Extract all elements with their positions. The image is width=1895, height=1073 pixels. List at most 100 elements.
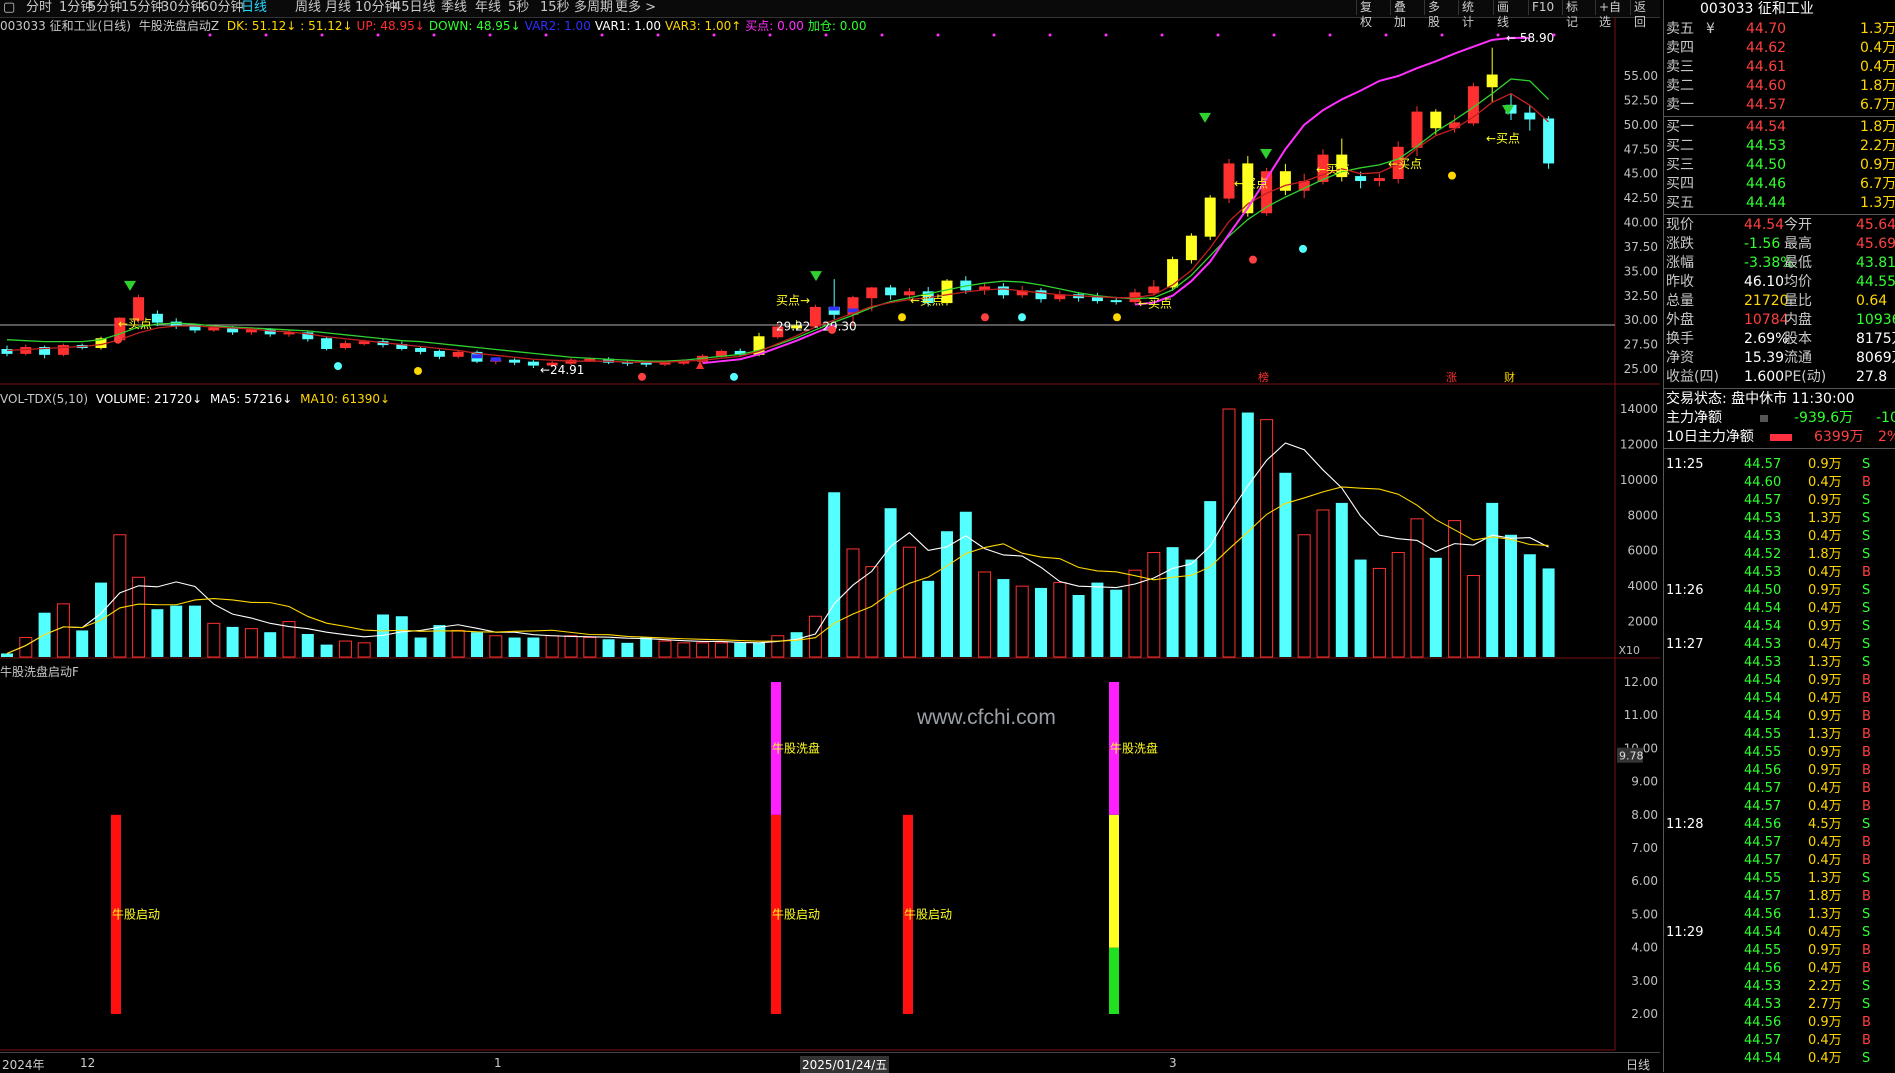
- volume-tick: 12000: [1620, 437, 1658, 451]
- period-tab[interactable]: 年线: [475, 0, 501, 16]
- period-tab[interactable]: 5秒: [508, 0, 529, 16]
- chart-area[interactable]: 55.00 52.50 50.00 47.50 45.00 42.50 40.00 37.50…: [0, 17, 1660, 1052]
- tick-volume: 1.8万: [1808, 547, 1842, 562]
- tick-volume: 0.9万: [1808, 493, 1842, 508]
- trade-status-text: 交易状态: 盘中休市 11:30:00: [1666, 391, 1855, 407]
- stat-value: 2.69%: [1744, 331, 1789, 347]
- tick-time: 11:25: [1666, 457, 1704, 472]
- volume-bar: [677, 642, 691, 658]
- butterfly-icon: [1299, 244, 1307, 253]
- period-tab[interactable]: 季线: [441, 0, 467, 16]
- tick-side: B: [1862, 763, 1871, 778]
- tool-button[interactable]: 多股: [1424, 0, 1443, 29]
- tick-row: 44.54 0.9万 B: [1664, 708, 1895, 726]
- bid-price: 44.46: [1746, 176, 1787, 192]
- menu-icon[interactable]: ▢: [3, 0, 15, 16]
- bid-row[interactable]: 买四 44.46 6.7万: [1664, 175, 1895, 194]
- stat-value: 8069万: [1856, 350, 1895, 366]
- volume-bar: [1015, 585, 1029, 658]
- lower-tick: 4.00: [1631, 941, 1658, 955]
- volume-bar: [1110, 589, 1123, 657]
- period-tab[interactable]: 周线: [295, 0, 321, 16]
- volume-bar: [1091, 582, 1104, 657]
- volume-bar: [1072, 595, 1085, 657]
- main-indicator-name[interactable]: 牛股洗盘启动Z: [139, 19, 219, 33]
- period-tab[interactable]: 10分钟: [355, 0, 398, 16]
- tick-row: 44.54 0.4万 S: [1664, 1050, 1895, 1068]
- period-tab[interactable]: 更多 >: [615, 0, 656, 16]
- tick-side: B: [1862, 889, 1871, 904]
- bid-row[interactable]: 买三 44.50 0.9万: [1664, 156, 1895, 175]
- tick-row: 44.57 0.4万 B: [1664, 852, 1895, 870]
- candle-body: [659, 362, 671, 365]
- tick-volume: 0.9万: [1808, 943, 1842, 958]
- tool-button[interactable]: 统计: [1458, 0, 1477, 29]
- ask-row[interactable]: 卖一 44.57 6.7万: [1664, 96, 1895, 115]
- main-net10-pct: 2%: [1878, 429, 1895, 445]
- period-tab[interactable]: 45日线: [393, 0, 436, 16]
- period-tab[interactable]: 60分钟: [201, 0, 244, 16]
- tick-row: 44.53 2.7万 S: [1664, 996, 1895, 1014]
- tool-button[interactable]: 返回: [1630, 0, 1649, 29]
- lower-indicator-title[interactable]: 牛股洗盘启动F: [0, 665, 79, 679]
- volume-bar: [244, 628, 258, 658]
- tick-row: 44.52 1.8万 S: [1664, 546, 1895, 564]
- tick-row: 44.55 0.9万 B: [1664, 744, 1895, 762]
- period-tab[interactable]: 分时: [26, 0, 52, 16]
- tool-button[interactable]: 复权: [1356, 0, 1375, 29]
- signal-label-start: 牛股启动: [904, 906, 952, 921]
- candle-body: [1411, 111, 1423, 148]
- period-tab[interactable]: 日线: [241, 0, 267, 16]
- volume-ma5: MA5: 57216↓: [210, 392, 293, 406]
- volume-bar: [56, 603, 70, 658]
- tool-button[interactable]: F10: [1528, 0, 1557, 15]
- price-tick: 42.50: [1624, 191, 1658, 205]
- volume-bar: [527, 637, 540, 657]
- bid-row[interactable]: 买一 44.54 1.8万: [1664, 118, 1895, 137]
- volume-tick: 10000: [1620, 473, 1658, 487]
- tool-button[interactable]: 叠加: [1390, 0, 1409, 29]
- tick-price: 44.56: [1744, 1015, 1782, 1030]
- bid-price: 44.54: [1746, 119, 1787, 135]
- bid-row[interactable]: 买二 44.53 2.2万: [1664, 137, 1895, 156]
- period-tab[interactable]: 15分钟: [121, 0, 164, 16]
- period-tab[interactable]: 5分钟: [88, 0, 122, 16]
- ask-row[interactable]: 卖三 44.61 0.4万: [1664, 58, 1895, 77]
- tick-side: B: [1862, 565, 1871, 580]
- period-tab[interactable]: 15秒: [540, 0, 570, 16]
- tick-volume: 1.3万: [1808, 907, 1842, 922]
- tick-volume: 1.8万: [1808, 889, 1842, 904]
- volume-bar: [602, 639, 615, 657]
- ask-label: 卖二: [1666, 78, 1694, 94]
- tool-button[interactable]: 标记: [1562, 0, 1581, 29]
- tool-button[interactable]: 画线: [1493, 0, 1512, 29]
- ask-row[interactable]: 卖五 ¥44.70 1.3万: [1664, 20, 1895, 39]
- butterfly-icon: [1113, 313, 1121, 322]
- ask-row[interactable]: 卖二 44.60 1.8万: [1664, 77, 1895, 96]
- bid-label: 买一: [1666, 119, 1694, 135]
- volume-title[interactable]: VOL-TDX(5,10): [0, 392, 88, 406]
- candle-body: [321, 338, 333, 349]
- tick-price: 44.56: [1744, 961, 1782, 976]
- tool-button[interactable]: +自选: [1595, 0, 1624, 29]
- period-tab[interactable]: 多周期: [574, 0, 613, 16]
- stat-label: 今开: [1784, 217, 1812, 233]
- lower-tick: 2.00: [1631, 1007, 1658, 1021]
- period-label[interactable]: 日线: [1626, 1056, 1650, 1073]
- volume-bar: [808, 615, 822, 658]
- volume-bar: [132, 576, 146, 658]
- volume-bar: [1166, 547, 1179, 657]
- period-tab[interactable]: 30分钟: [161, 0, 204, 16]
- volume-bar: [545, 635, 559, 658]
- bid-row[interactable]: 买五 44.44 1.3万: [1664, 194, 1895, 213]
- period-tab[interactable]: 月线: [325, 0, 351, 16]
- butterfly-icon: [1018, 313, 1026, 322]
- ask-row[interactable]: 卖四 44.62 0.4万: [1664, 39, 1895, 58]
- stat-row: 总量 21720 量比 0.64: [1664, 292, 1895, 311]
- purple-dot: [1440, 33, 1444, 37]
- bid-volume: 6.7万: [1860, 176, 1895, 192]
- ask-price: 44.62: [1746, 40, 1787, 56]
- volume-bar: [753, 642, 765, 657]
- tick-volume: 0.4万: [1808, 1033, 1842, 1048]
- buy-label: ←买点: [1138, 296, 1172, 310]
